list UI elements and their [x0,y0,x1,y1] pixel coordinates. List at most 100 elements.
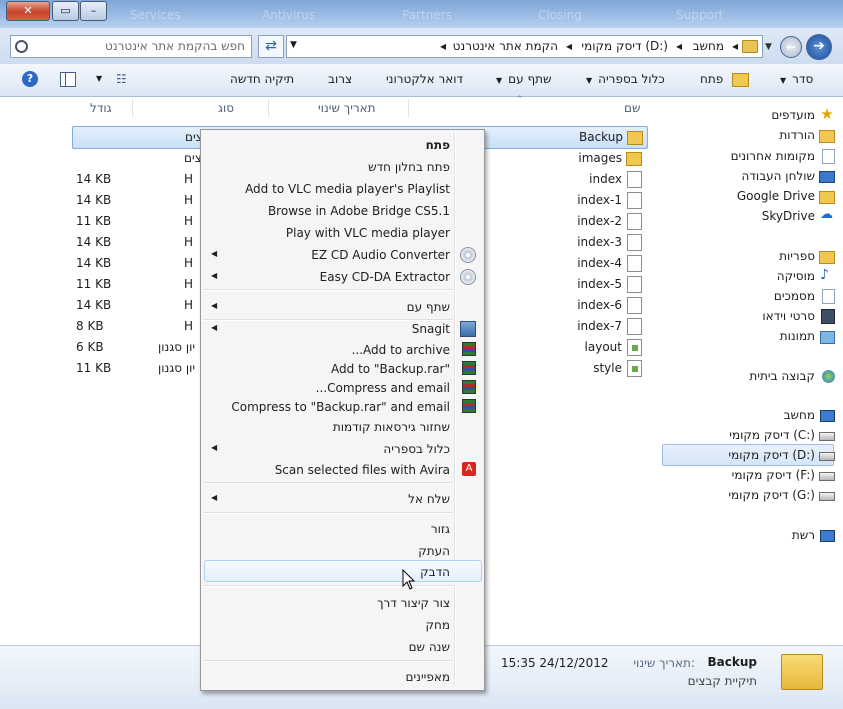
menu-item-easy-cd[interactable]: ◀ Easy CD-DA Extractor [201,266,484,287]
nav-libraries[interactable]: ספריות [779,249,815,263]
menu-item-share-with[interactable]: ◀ שתף עם [201,296,484,317]
nav-videos[interactable]: סרטי וידאו [762,309,815,323]
details-modified-label: תאריך שינוי: [633,656,695,670]
menu-item-compress-email[interactable]: ...Compress and email [201,377,484,398]
nav-music[interactable]: מוסיקה [777,269,815,283]
nav-network[interactable]: רשת [792,528,815,542]
mouse-cursor-icon [402,569,416,590]
maximize-button[interactable]: ▭ [52,1,79,21]
preview-pane-icon[interactable] [60,72,76,87]
nav-pictures[interactable]: תמונות [780,329,815,343]
nav-skydrive[interactable]: SkyDrive [762,209,815,223]
music-note-icon: ♪ [820,267,829,283]
menu-item-properties[interactable]: מאפיינים [201,666,484,687]
chevron-down-icon[interactable]: ▼ [290,40,297,50]
view-options-icon[interactable]: ☷ [116,72,127,86]
nav-drive-d[interactable]: דיסק מקומי (D:) [728,448,815,462]
menu-item-delete[interactable]: מחק [201,614,484,635]
hard-drive-icon [819,492,835,501]
folder-icon [627,131,643,145]
menu-item-create-shortcut[interactable]: צור קיצור דרך [201,592,484,613]
email-button[interactable]: דואר אלקטרוני [386,72,463,86]
hard-drive-icon [819,432,835,441]
minimize-button[interactable]: – [80,1,107,21]
menu-item-cut[interactable]: גזור [201,518,484,539]
ghost-tab: Partners [402,8,452,22]
menu-item-compress-backup-email[interactable]: Compress to "Backup.rar" and email [201,396,484,417]
menu-item-open[interactable]: פתח [201,134,484,155]
column-name[interactable]: שם [624,101,640,115]
arrow-right-icon: ➔ [813,38,825,54]
chevron-down-icon[interactable]: ▼ [96,74,102,83]
search-input[interactable]: חפש בהקמת אתר אינטרנט [10,35,252,58]
menu-item-add-archive[interactable]: ...Add to archive [201,339,484,360]
maximize-icon: ▭ [60,4,71,17]
close-button[interactable]: ✕ [6,1,50,21]
breadcrumb-drive-d[interactable]: דיסק מקומי (D:) [581,39,668,53]
menu-item-restore-versions[interactable]: שחזור גירסאות קודמות [201,416,484,437]
submenu-arrow-icon: ◀ [211,323,218,332]
nav-drive-f[interactable]: דיסק מקומי (F:) [732,468,815,482]
column-divider[interactable] [132,99,133,117]
column-divider[interactable] [268,99,269,117]
menu-item-ez-cd[interactable]: ◀ EZ CD Audio Converter [201,244,484,265]
breadcrumb-website[interactable]: הקמת אתר אינטרנט [453,39,558,53]
menu-item-add-backup-rar[interactable]: Add to "Backup.rar" [201,358,484,379]
folder-icon [781,654,823,690]
cloud-icon: ☁ [820,207,833,222]
details-modified-value: 15:35 24/12/2012 [501,656,609,670]
open-button[interactable]: פתח [700,72,723,86]
nav-favorites[interactable]: מועדפים [771,108,815,122]
winrar-icon [462,361,476,375]
menu-item-copy[interactable]: העתק [201,540,484,561]
nav-homegroup[interactable]: קבוצה ביתית [749,369,815,383]
new-folder-button[interactable]: תיקיה חדשה [230,72,294,86]
share-with-button[interactable]: ▼ שתף עם [496,72,552,86]
column-divider[interactable] [408,99,409,117]
menu-item-include-library[interactable]: ◀ כלול בספריה [201,438,484,459]
nav-downloads[interactable]: הורדות [779,128,815,142]
column-headers: גודל סוג תאריך שינוי ⌃ שם [68,95,658,119]
menu-item-adobe-bridge[interactable]: Browse in Adobe Bridge CS5.1 [201,200,484,221]
column-date-modified[interactable]: תאריך שינוי [318,101,376,115]
arrow-left-icon: ← [785,40,797,54]
menu-item-paste[interactable]: הדבק [201,561,484,582]
breadcrumb-separator-icon: ◂ [565,39,572,53]
menu-item-avira-scan[interactable]: Scan selected files with Avira A [201,459,484,480]
nav-recent-places[interactable]: מקומות אחרונים [731,149,815,163]
breadcrumb-separator-icon: ◂ [731,39,738,53]
nav-google-drive[interactable]: Google Drive [737,189,815,203]
recent-pages-dropdown[interactable]: ▼ [765,42,772,52]
organize-button[interactable]: ▼ סדר [780,72,813,86]
back-button[interactable]: ➔ [806,34,832,60]
chevron-down-icon: ▼ [586,76,593,85]
include-in-library-button[interactable]: ▼ כלול בספריה [586,72,665,86]
submenu-arrow-icon: ◀ [211,493,218,502]
breadcrumb-separator-icon: ◂ [675,39,682,53]
nav-drive-g[interactable]: דיסק מקומי (G:) [728,488,815,502]
menu-item-open-new-window[interactable]: פתח בחלון חדש [201,156,484,177]
cd-icon [460,247,476,263]
breadcrumb-computer[interactable]: מחשב [693,39,724,53]
menu-item-vlc-playlist[interactable]: Add to VLC media player's Playlist [201,178,484,199]
menu-item-send-to[interactable]: ◀ שלח אל [201,488,484,509]
nav-desktop[interactable]: שולחן העבודה [742,169,815,183]
star-icon: ★ [820,105,834,123]
help-icon[interactable]: ? [22,71,38,87]
column-size[interactable]: גודל [90,101,112,115]
winrar-icon [462,399,476,413]
nav-documents[interactable]: מסמכים [774,289,815,303]
address-bar[interactable]: ▼ ◂ מחשב ◂ דיסק מקומי (D:) ◂ הקמת אתר אי… [286,35,763,58]
sort-ascending-icon: ⌃ [516,95,524,105]
column-type[interactable]: סוג [218,101,234,115]
menu-item-snagit[interactable]: ◀ Snagit [201,318,484,339]
burn-button[interactable]: צרוב [328,72,352,86]
refresh-button[interactable]: ⇄ [258,35,284,58]
menu-separator [203,660,453,662]
submenu-arrow-icon: ◀ [211,301,218,310]
forward-button[interactable]: ← [780,36,802,58]
menu-item-vlc-play[interactable]: Play with VLC media player [201,222,484,243]
menu-item-rename[interactable]: שנה שם [201,636,484,657]
nav-computer[interactable]: מחשב [784,408,815,422]
nav-drive-c[interactable]: דיסק מקומי (C:) [729,428,815,442]
